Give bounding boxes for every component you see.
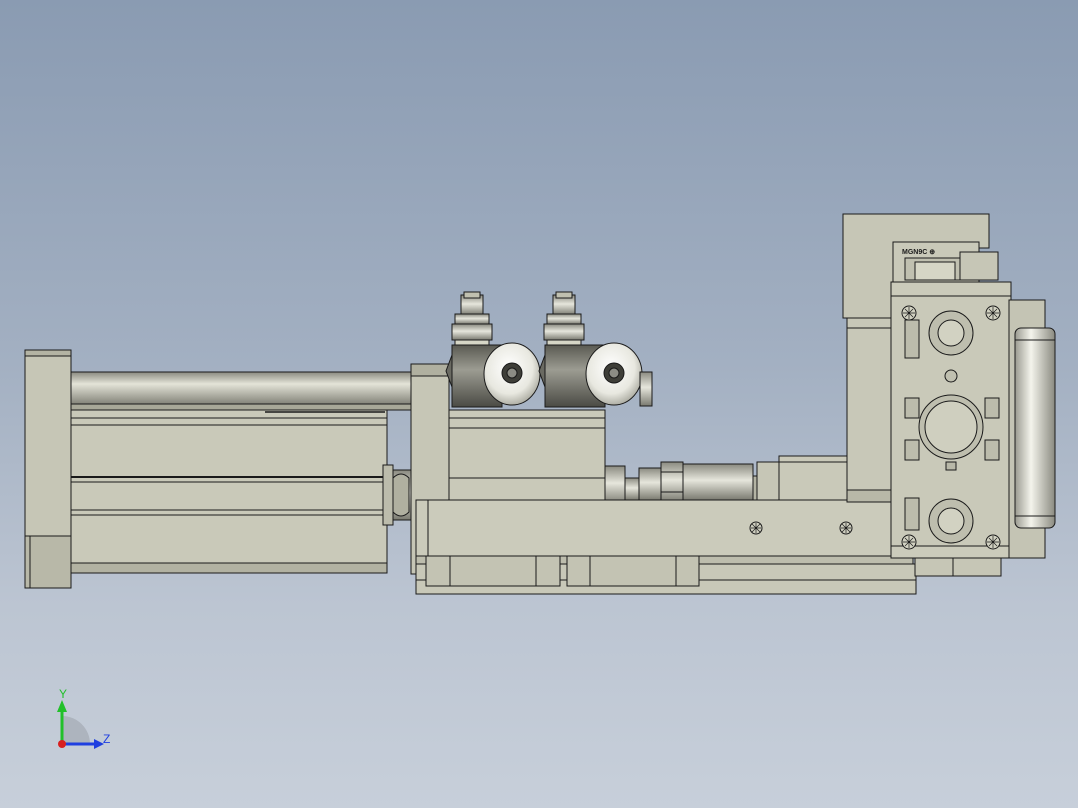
assembly-model[interactable]: MGN9C ⊕ Y Z: [0, 0, 1078, 808]
sensor-box[interactable]: [756, 455, 848, 501]
linear-guide-carriage[interactable]: MGN9C ⊕: [892, 241, 999, 287]
roller-right[interactable]: [538, 342, 653, 408]
roller-left[interactable]: [445, 342, 541, 408]
rail-screw-2: [839, 521, 853, 535]
orientation-triad: Y Z: [57, 687, 110, 749]
z-axis-label: Z: [103, 732, 110, 746]
x-axis-dot: [58, 740, 66, 748]
cap-screw-right: [543, 291, 585, 353]
piston-rod-end: [392, 469, 412, 521]
plate-screw-tr: [985, 305, 1001, 321]
rail-screw-1: [749, 521, 763, 535]
guide-rod[interactable]: [70, 371, 417, 413]
hex-nut-fitting[interactable]: [624, 461, 762, 503]
mounting-plate[interactable]: [890, 281, 1012, 577]
y-axis-label: Y: [59, 687, 67, 701]
y-axis-arrow: [57, 700, 67, 712]
plate-screw-tl: [901, 305, 917, 321]
linear-rail[interactable]: [415, 499, 917, 595]
plate-screw-bl: [901, 534, 917, 550]
right-roller-cylinder[interactable]: [1008, 299, 1056, 559]
cap-screw-left: [451, 291, 493, 353]
plate-screw-br: [985, 534, 1001, 550]
cad-viewport[interactable]: MGN9C ⊕ Y Z: [0, 0, 1078, 808]
carriage-model-label: MGN9C ⊕: [902, 249, 935, 256]
